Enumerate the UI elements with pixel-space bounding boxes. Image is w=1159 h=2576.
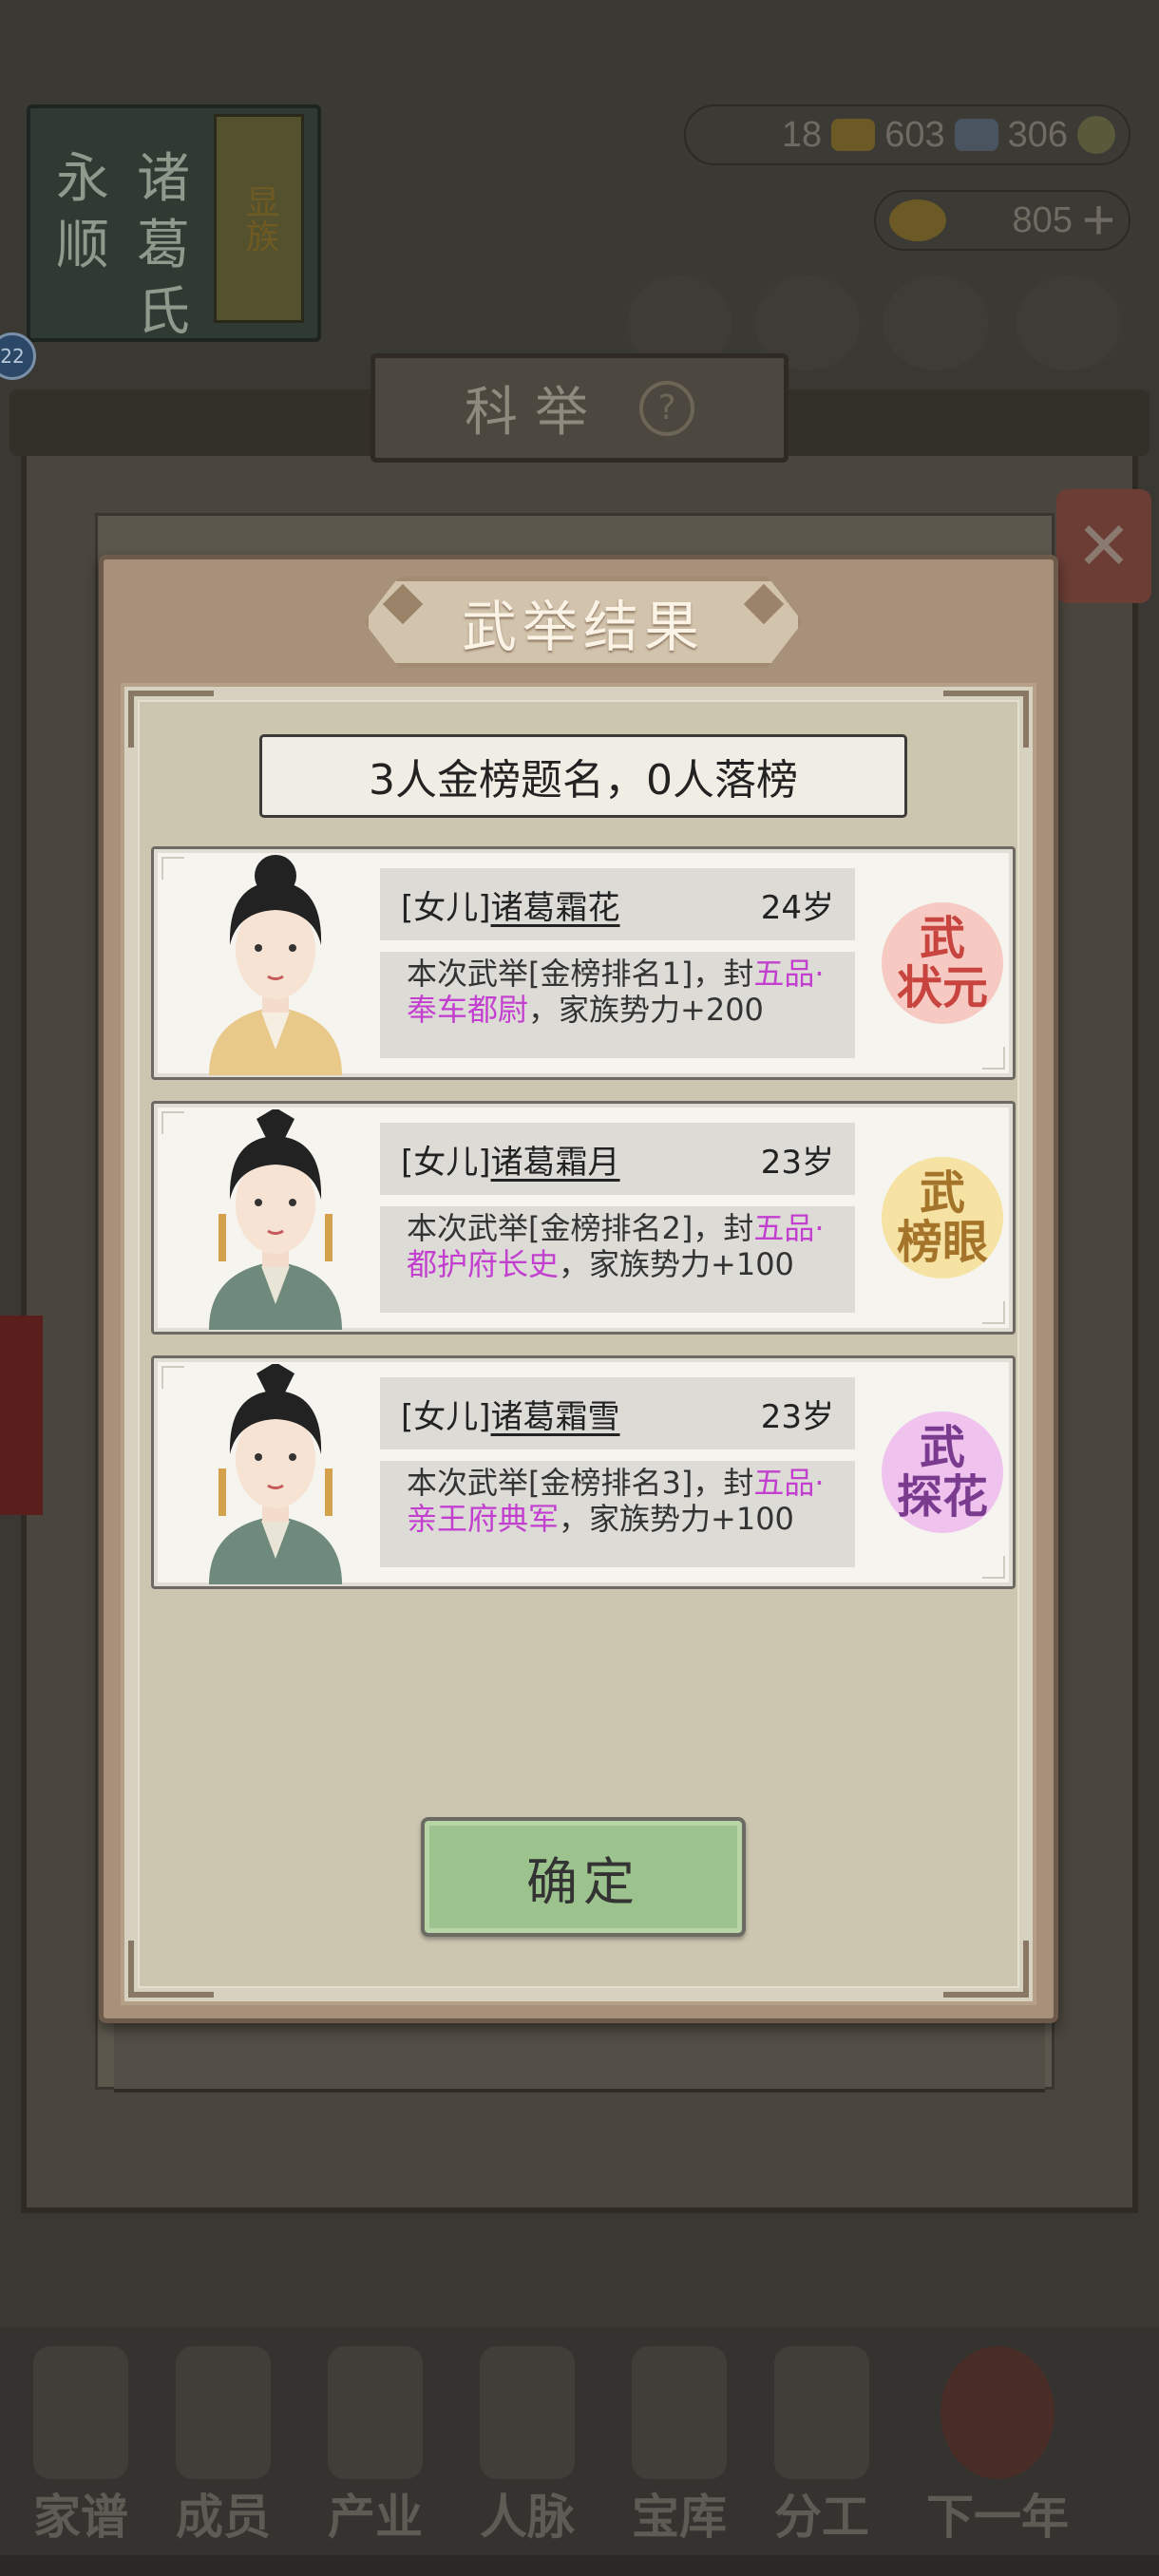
member-relation: [女儿] bbox=[401, 1397, 491, 1436]
member-name-row: [女儿]诸葛霜月 23岁 bbox=[380, 1123, 855, 1195]
result-card: [女儿]诸葛霜花 24岁 本次武举[金榜排名1]，封五品·奉车都尉，家族势力+2… bbox=[151, 846, 1016, 1080]
gold-ingot-icon bbox=[889, 199, 946, 241]
nav-label: 分工 bbox=[774, 2489, 869, 2545]
corner-ornament bbox=[943, 1941, 1029, 1998]
add-gold-icon[interactable]: + bbox=[1082, 192, 1115, 249]
avatar bbox=[180, 1364, 370, 1584]
result-description: 本次武举[金榜排名1]，封五品·奉车都尉，家族势力+200 bbox=[380, 952, 855, 1058]
member-icon bbox=[176, 2346, 271, 2479]
corner-ornament bbox=[128, 691, 214, 748]
rank-seal-text: 武榜眼 bbox=[896, 1166, 988, 1269]
system-bar bbox=[0, 2555, 1159, 2576]
avatar bbox=[180, 1109, 370, 1330]
lantern-icon bbox=[940, 2346, 1054, 2479]
member-name-row: [女儿]诸葛霜雪 23岁 bbox=[380, 1377, 855, 1449]
rank-seal-badge: 武状元 bbox=[876, 897, 1009, 1030]
dialog-title: 武举结果 bbox=[461, 595, 705, 659]
silver-bar-icon bbox=[954, 119, 998, 151]
nav-industry[interactable]: 产业 bbox=[304, 2346, 446, 2546]
nav-label: 下一年 bbox=[926, 2489, 1069, 2545]
exam-title: 科举 bbox=[465, 382, 605, 444]
card-corner-ornament bbox=[982, 1556, 1005, 1579]
resource-bar: 18 603 306 bbox=[684, 104, 1130, 165]
result-card: [女儿]诸葛霜雪 23岁 本次武举[金榜排名3]，封五品·亲王府典军，家族势力+… bbox=[151, 1355, 1016, 1589]
resource-value-3: 306 bbox=[1007, 114, 1068, 155]
network-icon bbox=[480, 2346, 575, 2479]
member-name-row: [女儿]诸葛霜花 24岁 bbox=[380, 868, 855, 940]
result-description: 本次武举[金榜排名3]，封五品·亲王府典军，家族势力+100 bbox=[380, 1461, 855, 1567]
desc-suffix: ，家族势力+100 bbox=[559, 1501, 794, 1537]
desc-suffix: ，家族势力+200 bbox=[528, 992, 764, 1028]
confirm-button[interactable]: 确定 bbox=[421, 1817, 746, 1937]
coin-icon bbox=[1077, 116, 1115, 154]
building-icon bbox=[328, 2346, 423, 2479]
gold-ingot-value: 805 bbox=[1012, 199, 1073, 240]
plaque-left-text: 永顺 bbox=[56, 148, 109, 276]
nav-connections[interactable]: 人脉 bbox=[456, 2346, 598, 2546]
nav-label: 宝库 bbox=[632, 2489, 727, 2545]
globe-icon[interactable] bbox=[1016, 275, 1121, 370]
card-corner-ornament bbox=[982, 1047, 1005, 1070]
rank-seal-badge: 武探花 bbox=[876, 1406, 1009, 1539]
member-relation: [女儿] bbox=[401, 888, 491, 927]
nav-label: 产业 bbox=[328, 2489, 423, 2545]
clan-status-badge: 显族 bbox=[214, 114, 304, 323]
side-tab bbox=[0, 1316, 43, 1515]
rank-seal-text: 武探花 bbox=[896, 1421, 988, 1524]
member-relation: [女儿] bbox=[401, 1143, 491, 1182]
nav-next-year[interactable]: 下一年 bbox=[902, 2346, 1092, 2546]
member-age: 23岁 bbox=[760, 1397, 834, 1436]
member-age: 24岁 bbox=[760, 888, 834, 927]
member-age: 23岁 bbox=[760, 1143, 834, 1182]
plaque-right-text: 诸葛氏 bbox=[137, 148, 190, 343]
member-name-wrap[interactable]: [女儿]诸葛霜月 bbox=[401, 1136, 620, 1183]
gold-ingot-bar[interactable]: 805 + bbox=[874, 190, 1130, 251]
close-icon[interactable]: ✕ bbox=[1056, 489, 1151, 603]
result-card: [女儿]诸葛霜月 23岁 本次武举[金榜排名2]，封五品·都护府长史，家族势力+… bbox=[151, 1101, 1016, 1335]
resource-value-1: 18 bbox=[781, 114, 823, 155]
member-name: 诸葛霜花 bbox=[490, 888, 620, 927]
card-corner-ornament bbox=[982, 1301, 1005, 1324]
nav-label: 家谱 bbox=[33, 2489, 128, 2545]
nav-members[interactable]: 成员 bbox=[152, 2346, 294, 2546]
result-description: 本次武举[金榜排名2]，封五品·都护府长史，家族势力+100 bbox=[380, 1206, 855, 1313]
desc-prefix: 本次武举[金榜排名2]，封 bbox=[407, 1210, 754, 1246]
resource-value-2: 603 bbox=[884, 114, 945, 155]
family-tree-icon bbox=[33, 2346, 128, 2479]
result-summary: 3人金榜题名，0人落榜 bbox=[259, 734, 907, 818]
member-name-wrap[interactable]: [女儿]诸葛霜花 bbox=[401, 881, 620, 928]
fan-icon[interactable] bbox=[884, 275, 988, 370]
avatar bbox=[180, 855, 370, 1075]
scroll-bottom-ledge bbox=[114, 2021, 1045, 2093]
desc-suffix: ，家族势力+100 bbox=[559, 1246, 794, 1282]
rank-seal-text: 武状元 bbox=[896, 912, 988, 1014]
desc-prefix: 本次武举[金榜排名3]，封 bbox=[407, 1465, 754, 1501]
help-icon[interactable]: ? bbox=[639, 380, 694, 436]
dialog-title-banner: 武举结果 bbox=[364, 577, 803, 668]
desc-prefix: 本次武举[金榜排名1]，封 bbox=[407, 956, 754, 992]
exam-title-board: 科举 ? bbox=[370, 353, 788, 463]
corner-ornament bbox=[128, 1941, 214, 1998]
treasure-chest-icon bbox=[632, 2346, 727, 2479]
gold-bar-icon bbox=[831, 119, 876, 151]
nav-assignment[interactable]: 分工 bbox=[750, 2346, 893, 2546]
member-name: 诸葛霜雪 bbox=[490, 1397, 620, 1436]
nav-family-tree[interactable]: 家谱 bbox=[10, 2346, 152, 2546]
exam-result-dialog: 武举结果 3人金榜题名，0人落榜 [女儿]诸葛霜花 24岁 本次武举[金榜排名1… bbox=[99, 555, 1058, 2023]
nav-label: 人脉 bbox=[480, 2489, 575, 2545]
member-name-wrap[interactable]: [女儿]诸葛霜雪 bbox=[401, 1391, 620, 1437]
scroll-icon bbox=[774, 2346, 869, 2479]
rank-seal-badge: 武榜眼 bbox=[876, 1151, 1009, 1284]
nav-label: 成员 bbox=[176, 2489, 271, 2545]
nav-treasury[interactable]: 宝库 bbox=[608, 2346, 750, 2546]
member-name: 诸葛霜月 bbox=[490, 1143, 620, 1182]
corner-ornament bbox=[943, 691, 1029, 748]
